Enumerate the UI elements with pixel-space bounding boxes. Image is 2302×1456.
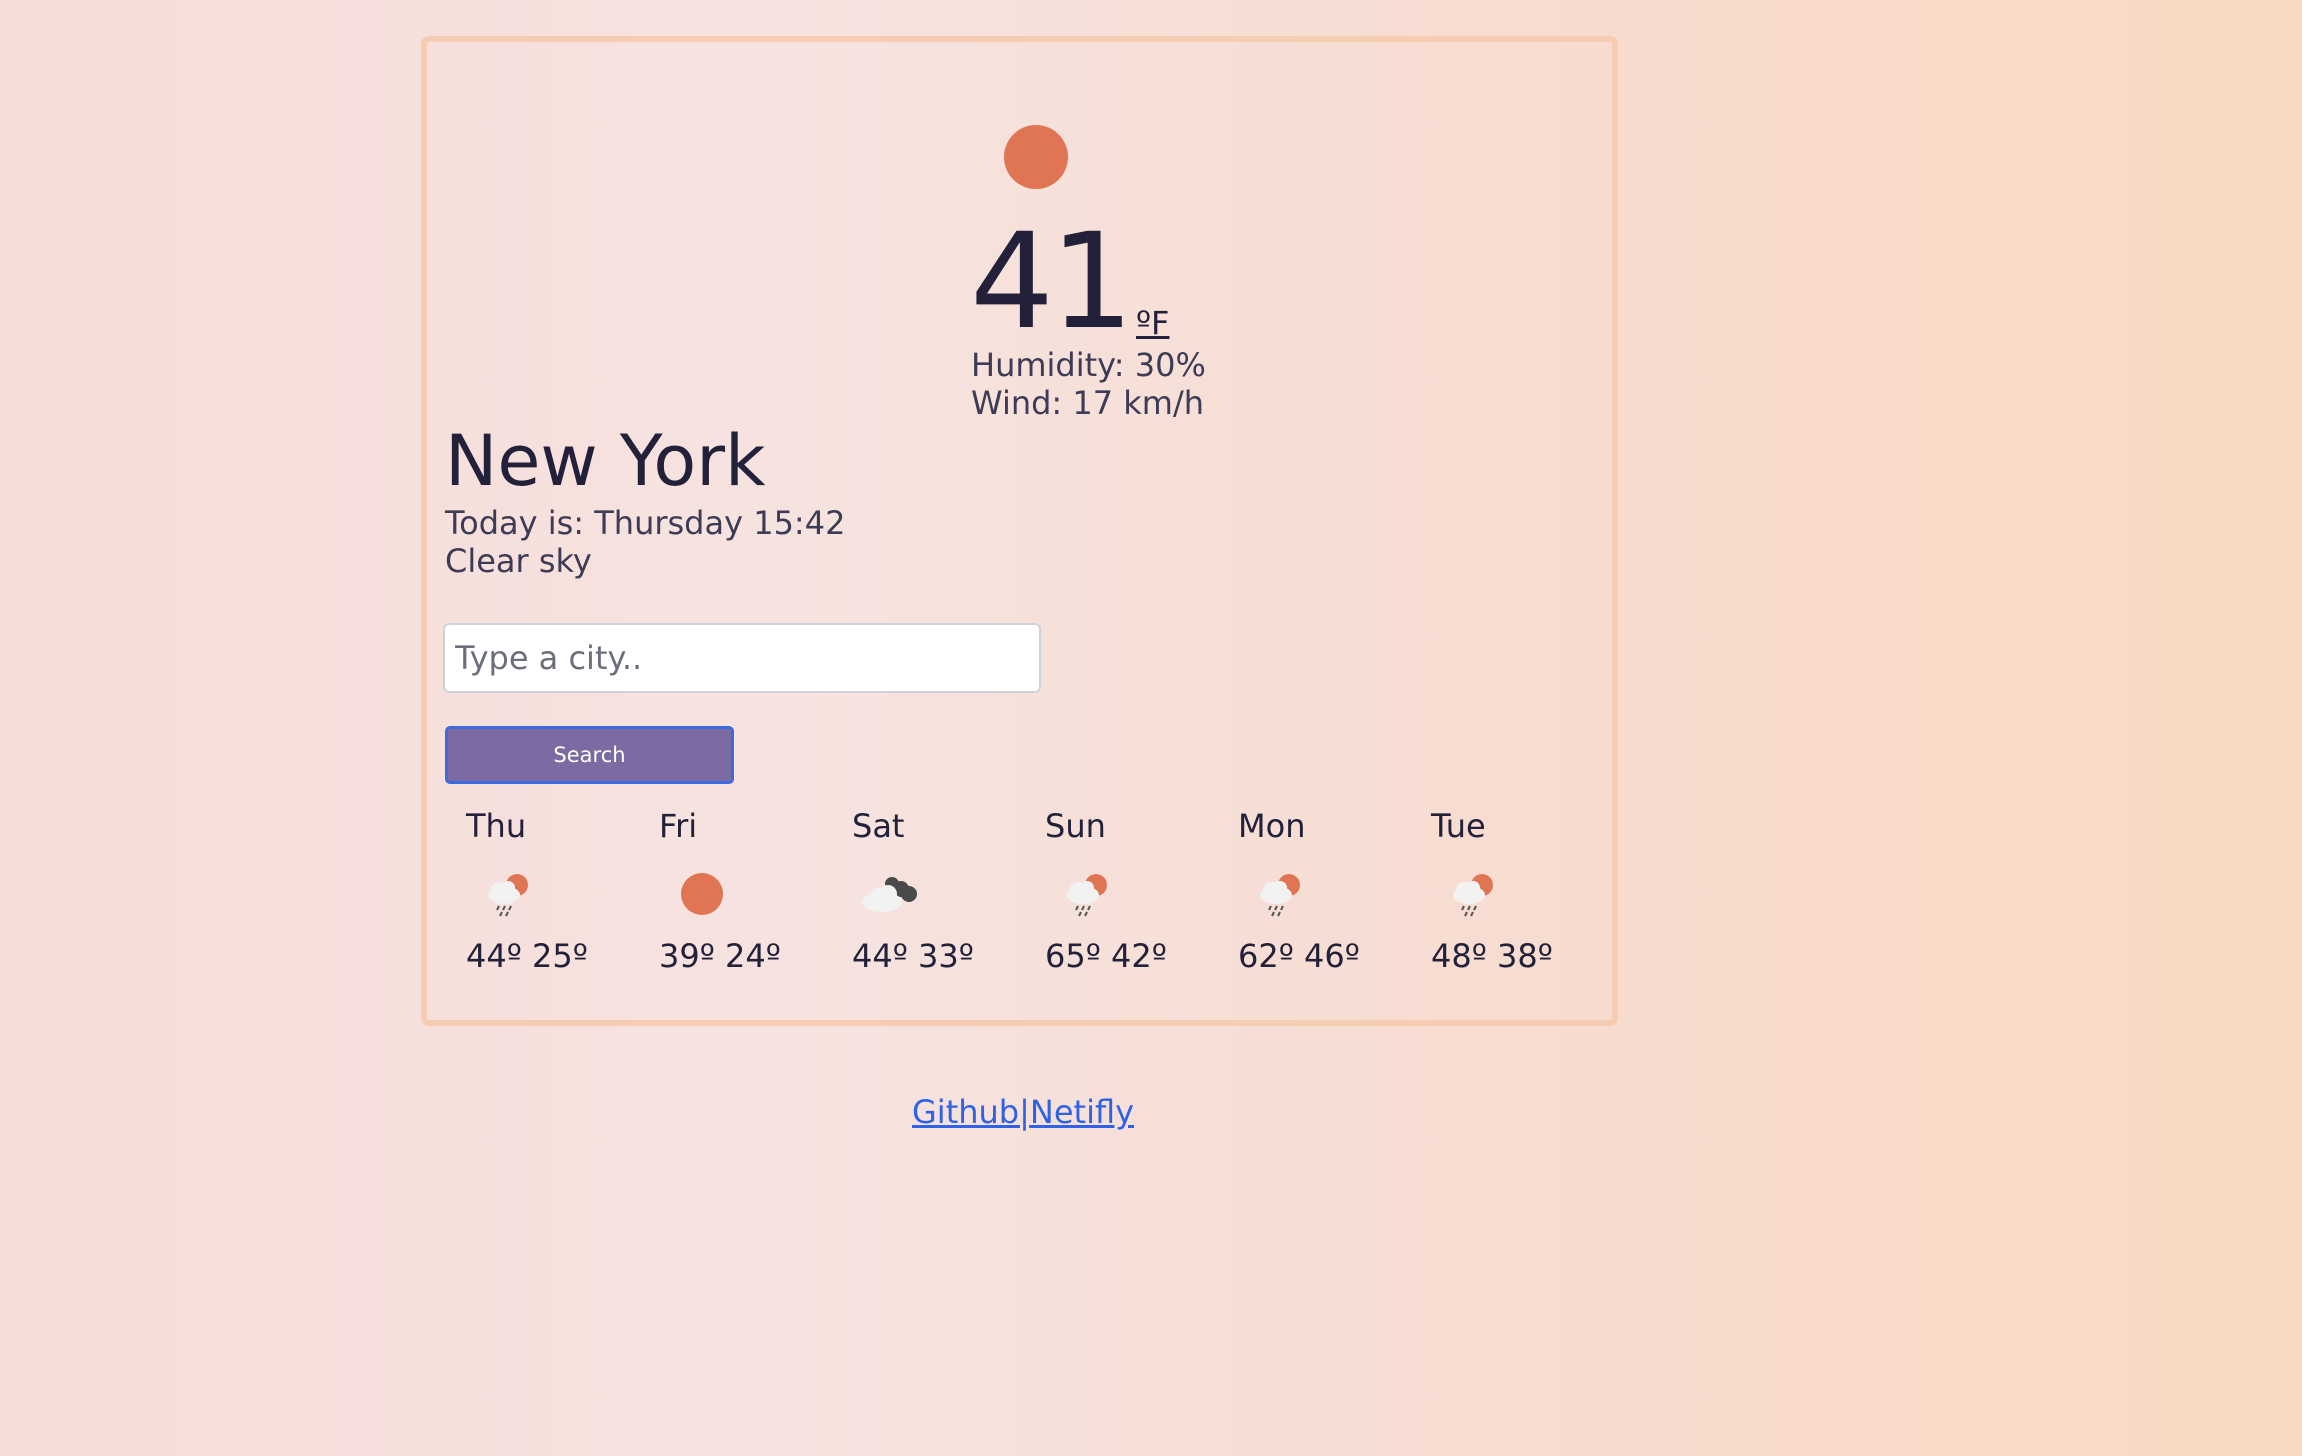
forecast-temps: 44º 25º bbox=[466, 937, 588, 975]
forecast-day-name: Fri bbox=[659, 807, 698, 845]
github-link[interactable]: Github bbox=[912, 1093, 1019, 1131]
forecast-day: Fri 39º 24º bbox=[659, 802, 819, 982]
forecast-day-name: Sun bbox=[1045, 807, 1106, 845]
forecast-day-name: Sat bbox=[852, 807, 905, 845]
forecast-temps: 62º 46º bbox=[1238, 937, 1360, 975]
wind-text: Wind: 17 km/h bbox=[971, 384, 1205, 422]
broken-clouds-icon bbox=[862, 877, 917, 912]
rain-cloud-sun-icon bbox=[488, 874, 528, 917]
rain-cloud-sun-icon bbox=[1453, 874, 1493, 917]
forecast-temps: 44º 33º bbox=[852, 937, 974, 975]
forecast-temps: 65º 42º bbox=[1045, 937, 1167, 975]
forecast-day: Sun 65º 42º bbox=[1045, 802, 1205, 982]
sun-icon bbox=[1004, 125, 1068, 189]
rain-cloud-sun-icon bbox=[1067, 874, 1107, 917]
forecast-day-name: Mon bbox=[1238, 807, 1306, 845]
rain-cloud-sun-icon bbox=[1260, 874, 1300, 917]
forecast-day: Sat 44º 33º bbox=[852, 802, 1012, 982]
footer-separator: | bbox=[1019, 1093, 1030, 1131]
forecast-day-name: Tue bbox=[1431, 807, 1486, 845]
city-name: New York bbox=[445, 420, 766, 502]
footer-links: Github|Netifly bbox=[912, 1088, 1134, 1136]
date-text: Today is: Thursday 15:42 bbox=[445, 504, 846, 542]
sun-icon bbox=[681, 873, 723, 915]
forecast-temps: 39º 24º bbox=[659, 937, 781, 975]
weather-description: Clear sky bbox=[445, 542, 592, 580]
netlify-link[interactable]: Netifly bbox=[1030, 1093, 1134, 1131]
search-button[interactable]: Search bbox=[445, 726, 734, 784]
temperature-value: 41 bbox=[970, 205, 1134, 359]
location-info: Today is: Thursday 15:42 Clear sky bbox=[445, 504, 845, 580]
temperature-unit-link[interactable]: ºF bbox=[1136, 304, 1169, 342]
humidity-text: Humidity: 30% bbox=[971, 346, 1206, 384]
city-search-input[interactable] bbox=[443, 623, 1041, 693]
current-temperature: 41 ºF bbox=[970, 208, 1169, 348]
forecast-day: Tue 48º 38º bbox=[1431, 802, 1591, 982]
forecast-row: Thu 44º 25º Fri 39º 24º Sat 44º 33º Sun … bbox=[466, 802, 1606, 982]
forecast-day: Mon 62º 46º bbox=[1238, 802, 1398, 982]
forecast-day-name: Thu bbox=[466, 807, 527, 845]
forecast-day: Thu 44º 25º bbox=[466, 802, 626, 982]
weather-stats: Humidity: 30% Wind: 17 km/h bbox=[971, 346, 1206, 422]
forecast-temps: 48º 38º bbox=[1431, 937, 1553, 975]
